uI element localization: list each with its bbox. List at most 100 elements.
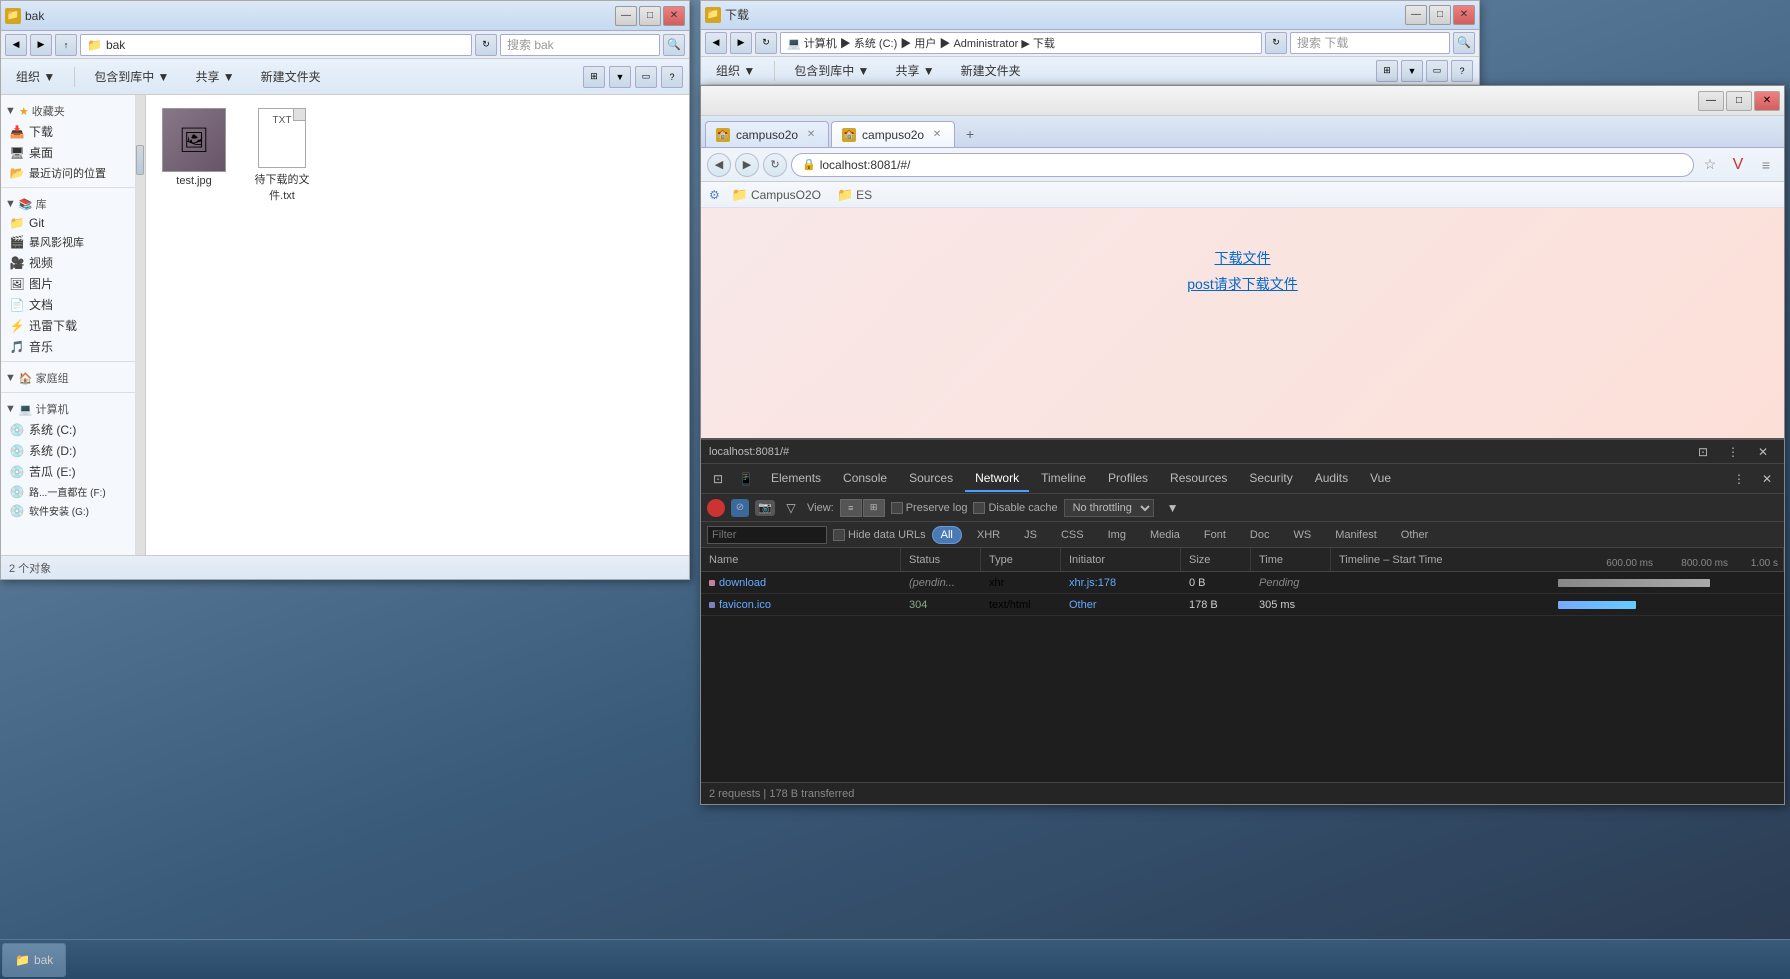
sidebar-item-drive-d[interactable]: 💿 系统 (D:) bbox=[1, 440, 135, 461]
throttle-arrow-btn[interactable]: ▼ bbox=[1160, 495, 1186, 521]
preserve-log-label[interactable]: Preserve log bbox=[891, 502, 968, 514]
maximize-button-right[interactable]: □ bbox=[1429, 5, 1451, 25]
forward-button-left[interactable]: ▶ bbox=[30, 34, 52, 56]
sidebar-item-drive-g[interactable]: 💿 软件安装 (G:) bbox=[1, 501, 135, 520]
sidebar-item-pictures[interactable]: 🖼 图片 bbox=[1, 273, 135, 294]
devtools-inspect-btn[interactable]: ⊡ bbox=[705, 466, 731, 492]
share-button-left[interactable]: 共享 ▼ bbox=[186, 63, 243, 91]
minimize-button-left[interactable]: — bbox=[615, 6, 637, 26]
refresh-btn-right[interactable]: ↻ bbox=[755, 32, 777, 54]
view-icon-large[interactable]: ⊞ bbox=[863, 499, 885, 517]
view-btn-2-left[interactable]: ▼ bbox=[609, 66, 631, 88]
help-button-left[interactable]: ? bbox=[661, 66, 683, 88]
sidebar-item-desktop[interactable]: 🖥 桌面 bbox=[1, 142, 135, 163]
tab-sources[interactable]: Sources bbox=[899, 466, 963, 492]
view-btn-2-right[interactable]: ▼ bbox=[1401, 60, 1423, 82]
view-btn-right[interactable]: ⊞ bbox=[1376, 60, 1398, 82]
preview-button-left[interactable]: ▭ bbox=[635, 66, 657, 88]
filter-type-img[interactable]: Img bbox=[1099, 526, 1135, 544]
vivaldi-btn[interactable]: V bbox=[1726, 153, 1750, 177]
tab-campuso2o-2[interactable]: 🏫 campuso2o ✕ bbox=[831, 121, 955, 147]
bookmark-star-btn[interactable]: ☆ bbox=[1698, 153, 1722, 177]
organize-button-left[interactable]: 组织 ▼ bbox=[7, 63, 64, 91]
close-button-right[interactable]: ✕ bbox=[1453, 5, 1475, 25]
bookmark-es[interactable]: 📁 ES bbox=[833, 186, 876, 204]
header-status[interactable]: Status bbox=[901, 548, 981, 571]
record-button[interactable] bbox=[707, 499, 725, 517]
header-initiator[interactable]: Initiator bbox=[1061, 548, 1181, 571]
sidebar-item-recent[interactable]: 📂 最近访问的位置 bbox=[1, 163, 135, 183]
new-folder-button-left[interactable]: 新建文件夹 bbox=[252, 63, 330, 91]
sidebar-item-thunder[interactable]: ⚡ 迅雷下载 bbox=[1, 315, 135, 336]
sidebar-favorites-header[interactable]: ▼ ★ 收藏夹 bbox=[1, 99, 135, 121]
header-size[interactable]: Size bbox=[1181, 548, 1251, 571]
devtools-settings-btn[interactable]: ⋮ bbox=[1726, 466, 1752, 492]
browser-fwd-btn[interactable]: ▶ bbox=[735, 153, 759, 177]
filter-type-font[interactable]: Font bbox=[1195, 526, 1235, 544]
share-btn-right[interactable]: 共享 ▼ bbox=[886, 57, 943, 85]
addr-refresh-right[interactable]: ↻ bbox=[1265, 32, 1287, 54]
disable-cache-label[interactable]: Disable cache bbox=[973, 502, 1057, 514]
sidebar-scrollbar[interactable] bbox=[136, 95, 146, 555]
search-button-left[interactable]: 🔍 bbox=[663, 34, 685, 56]
sidebar-item-download[interactable]: 📥 下载 bbox=[1, 121, 135, 142]
network-row-favicon[interactable]: favicon.ico 304 text/html Other 178 B 30… bbox=[701, 594, 1784, 616]
preview-btn-right[interactable]: ▭ bbox=[1426, 60, 1448, 82]
browser-address-input[interactable]: 🔒 localhost:8081/#/ bbox=[791, 153, 1694, 177]
browser-maximize-btn[interactable]: □ bbox=[1726, 91, 1752, 111]
tab-audits[interactable]: Audits bbox=[1305, 466, 1358, 492]
sidebar-item-music[interactable]: 🎵 音乐 bbox=[1, 336, 135, 357]
header-type[interactable]: Type bbox=[981, 548, 1061, 571]
filter-tag-all[interactable]: All bbox=[932, 526, 962, 544]
filter-type-ws[interactable]: WS bbox=[1284, 526, 1320, 544]
header-time[interactable]: Time bbox=[1251, 548, 1331, 571]
filter-toggle-btn[interactable]: ▽ bbox=[781, 500, 801, 516]
search-btn-right[interactable]: 🔍 bbox=[1453, 32, 1475, 54]
download-link[interactable]: 下载文件 bbox=[1215, 248, 1271, 268]
close-button-left[interactable]: ✕ bbox=[663, 6, 685, 26]
bookmark-campuso2o[interactable]: 📁 CampusO2O bbox=[728, 186, 825, 204]
file-item-testjpg[interactable]: 🖼 test.jpg bbox=[154, 103, 234, 208]
sidebar-item-git[interactable]: 📁 Git bbox=[1, 214, 135, 232]
new-tab-button[interactable]: + bbox=[957, 121, 983, 147]
tab-security[interactable]: Security bbox=[1239, 466, 1302, 492]
network-row-download[interactable]: download (pendin... xhr xhr.js:178 0 B P… bbox=[701, 572, 1784, 594]
back-button-left[interactable]: ◀ bbox=[5, 34, 27, 56]
sidebar-item-video[interactable]: 🎥 视频 bbox=[1, 252, 135, 273]
help-btn-right[interactable]: ? bbox=[1451, 60, 1473, 82]
sidebar-item-drive-c[interactable]: 💿 系统 (C:) bbox=[1, 419, 135, 440]
clear-button[interactable]: ⊘ bbox=[731, 499, 749, 517]
filter-type-xhr[interactable]: XHR bbox=[968, 526, 1009, 544]
maximize-button-left[interactable]: □ bbox=[639, 6, 661, 26]
tab-campuso2o-1[interactable]: 🏫 campuso2o ✕ bbox=[705, 121, 829, 147]
post-download-link[interactable]: post请求下载文件 bbox=[1187, 274, 1297, 294]
filter-type-doc[interactable]: Doc bbox=[1241, 526, 1279, 544]
filter-type-manifest[interactable]: Manifest bbox=[1326, 526, 1386, 544]
sidebar-item-drive-e[interactable]: 💿 苦瓜 (E:) bbox=[1, 461, 135, 482]
sidebar-item-drive-f[interactable]: 💿 路...一直都在 (F:) bbox=[1, 482, 135, 501]
view-icon-list[interactable]: ≡ bbox=[840, 499, 862, 517]
address-input-left[interactable]: 📁 bak bbox=[80, 34, 472, 56]
tab-resources[interactable]: Resources bbox=[1160, 466, 1237, 492]
minimize-button-right[interactable]: — bbox=[1405, 5, 1427, 25]
sidebar-computer-header[interactable]: ▼ 💻 计算机 bbox=[1, 397, 135, 419]
address-input-right[interactable]: 💻 计算机 ▶ 系统 (C:) ▶ 用户 ▶ Administrator ▶ 下… bbox=[780, 32, 1262, 54]
devtools-more-btn[interactable]: ⋮ bbox=[1720, 439, 1746, 465]
filter-type-js[interactable]: JS bbox=[1015, 526, 1046, 544]
refresh-button-left[interactable]: ↻ bbox=[475, 34, 497, 56]
tab-network[interactable]: Network bbox=[965, 466, 1029, 492]
file-item-txttxt[interactable]: TXT 待下载的文件.txt bbox=[242, 103, 322, 208]
disable-cache-checkbox[interactable] bbox=[973, 502, 985, 514]
hide-data-checkbox[interactable] bbox=[833, 529, 845, 541]
tab-elements[interactable]: Elements bbox=[761, 466, 831, 492]
include-lib-btn-right[interactable]: 包含到库中 ▼ bbox=[785, 57, 878, 85]
tab-close-2[interactable]: ✕ bbox=[930, 128, 944, 142]
filter-type-media[interactable]: Media bbox=[1141, 526, 1189, 544]
tab-vue[interactable]: Vue bbox=[1360, 466, 1401, 492]
browser-back-btn[interactable]: ◀ bbox=[707, 153, 731, 177]
browser-minimize-btn[interactable]: — bbox=[1698, 91, 1724, 111]
filter-type-other[interactable]: Other bbox=[1392, 526, 1438, 544]
fwd-btn-right[interactable]: ▶ bbox=[730, 32, 752, 54]
sidebar-library-header[interactable]: ▼ 📚 库 bbox=[1, 192, 135, 214]
tab-console[interactable]: Console bbox=[833, 466, 897, 492]
